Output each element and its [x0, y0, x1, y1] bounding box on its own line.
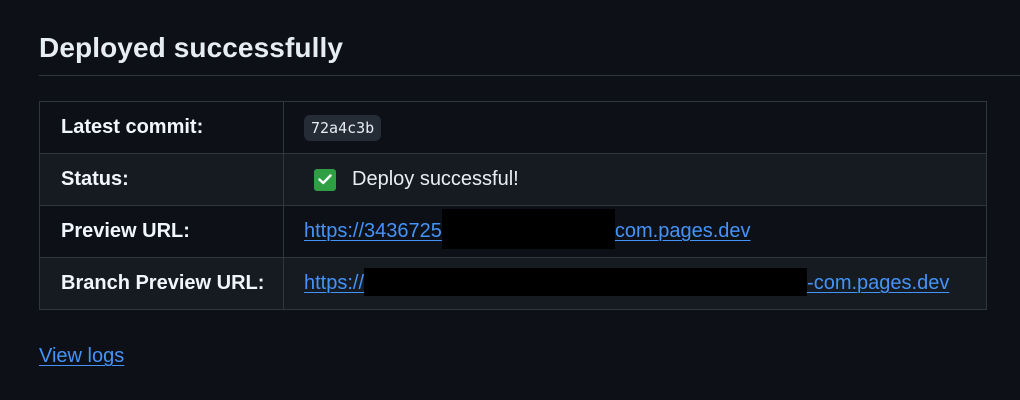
- deployment-panel: Deployed successfully Latest commit: 72a…: [0, 0, 1020, 400]
- preview-url-link[interactable]: https://3436725 com.pages.dev: [304, 208, 751, 249]
- redaction-box: [441, 208, 615, 249]
- branch-preview-url-suffix: -com.pages.dev: [807, 271, 950, 294]
- branch-preview-url-label: Branch Preview URL:: [39, 257, 284, 310]
- table-row-preview-url: Preview URL: https://3436725 com.pages.de…: [39, 205, 987, 258]
- commit-hash: 72a4c3b: [304, 114, 382, 141]
- branch-preview-url-link[interactable]: https:// -com.pages.dev: [304, 267, 950, 296]
- status-text: Deploy successful!: [352, 168, 519, 190]
- preview-url-cell: https://3436725 com.pages.dev: [283, 205, 987, 258]
- check-icon: [314, 168, 336, 191]
- page-title: Deployed successfully: [39, 32, 344, 63]
- deployment-details-table: Latest commit: 72a4c3b Status: Deploy su…: [39, 101, 987, 310]
- branch-preview-url-cell: https:// -com.pages.dev: [283, 257, 987, 310]
- latest-commit-label: Latest commit:: [39, 101, 284, 154]
- preview-url-suffix: com.pages.dev: [614, 219, 751, 242]
- table-row-latest-commit: Latest commit: 72a4c3b: [39, 101, 987, 154]
- table-row-branch-preview-url: Branch Preview URL: https:// -com.pages.d…: [39, 257, 987, 310]
- title-divider: [39, 75, 1020, 76]
- view-logs-link[interactable]: View logs: [39, 343, 124, 369]
- preview-url-label: Preview URL:: [39, 205, 284, 258]
- status-label: Status:: [39, 153, 284, 206]
- status-cell: Deploy successful!: [283, 153, 987, 206]
- branch-preview-url-prefix: https://: [304, 271, 365, 294]
- table-row-status: Status: Deploy successful!: [39, 153, 987, 206]
- redaction-box: [364, 267, 808, 296]
- preview-url-prefix: https://3436725: [304, 219, 442, 242]
- status-value: Deploy successful!: [314, 168, 519, 191]
- latest-commit-cell: 72a4c3b: [283, 101, 987, 154]
